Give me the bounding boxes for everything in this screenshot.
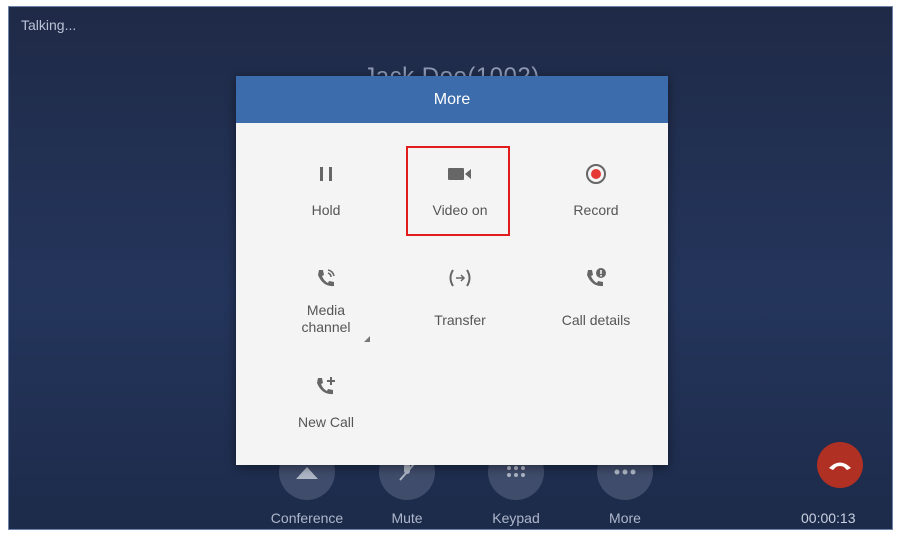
hold-option[interactable]: Hold <box>266 162 386 219</box>
hang-up-icon <box>829 462 851 470</box>
keypad-label: Keypad <box>492 510 540 526</box>
end-call-button[interactable] <box>817 442 863 488</box>
expand-corner-icon <box>364 336 370 342</box>
phone-info-icon <box>587 268 606 287</box>
dialog-title: More <box>236 76 668 123</box>
conference-label: Conference <box>270 510 344 526</box>
record-icon <box>586 164 606 184</box>
media-channel-label: Media channel <box>301 302 351 335</box>
more-label: More <box>609 510 641 526</box>
mute-label: Mute <box>391 510 423 526</box>
video-on-highlight-box <box>406 146 510 236</box>
call-details-option[interactable]: Call details <box>536 266 656 329</box>
more-dots-icon <box>614 469 636 475</box>
transfer-option[interactable]: Transfer <box>400 266 520 329</box>
pause-icon <box>320 167 332 181</box>
call-timer: 00:00:13 <box>801 510 856 526</box>
record-label: Record <box>573 202 619 218</box>
transfer-label: Transfer <box>434 312 486 328</box>
phone-signal-icon <box>318 269 335 287</box>
record-option[interactable]: Record <box>536 162 656 219</box>
keypad-icon <box>507 466 525 477</box>
transfer-icon <box>449 269 471 287</box>
phone-add-icon <box>317 377 335 395</box>
more-options-dialog: More Hold Video on Record Media channel … <box>236 76 668 465</box>
hold-label: Hold <box>311 202 341 218</box>
call-details-label: Call details <box>561 312 631 328</box>
new-call-label: New Call <box>297 414 354 430</box>
media-channel-option[interactable]: Media channel <box>266 266 386 342</box>
new-call-option[interactable]: New Call <box>266 374 386 431</box>
conference-icon <box>296 467 318 479</box>
call-status: Talking... <box>21 17 77 33</box>
